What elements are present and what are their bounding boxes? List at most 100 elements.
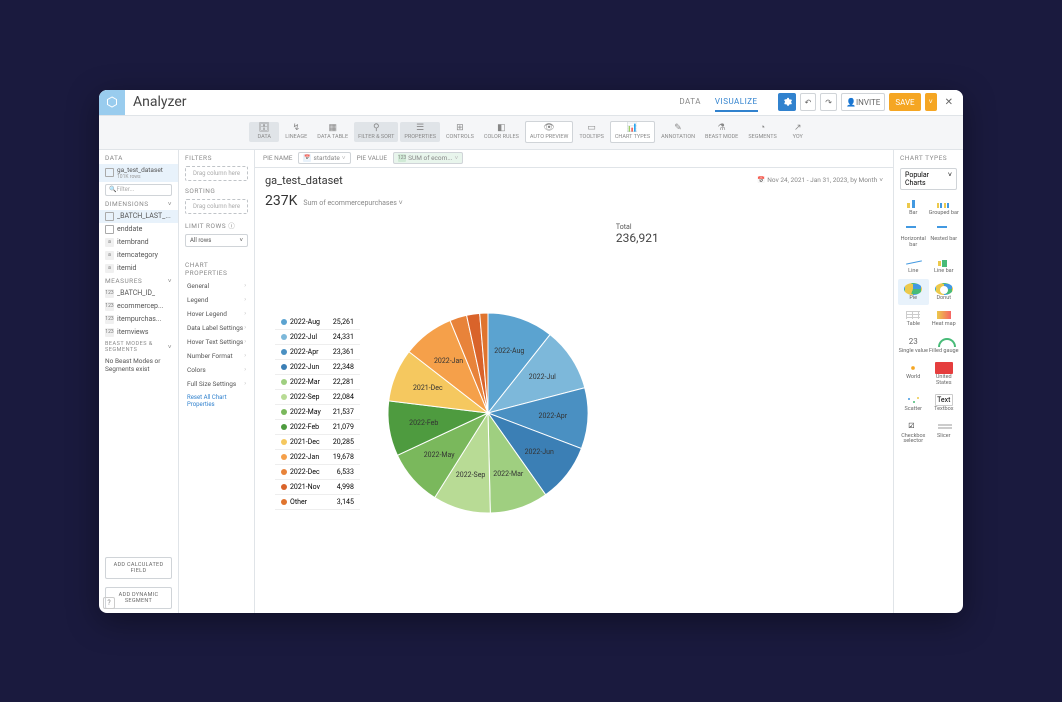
chart-type-horizontal-bar[interactable]: Horizontal bar bbox=[898, 220, 929, 252]
measure-1[interactable]: 123ecommercep... bbox=[99, 300, 178, 313]
legend-row[interactable]: 2022-Apr23,361 bbox=[275, 345, 360, 360]
legend-row[interactable]: 2021-Dec20,285 bbox=[275, 435, 360, 450]
filters-header: FILTERS bbox=[179, 150, 254, 164]
measure-2[interactable]: 123itempurchas... bbox=[99, 313, 178, 326]
tool-annotation[interactable]: ✎ANNOTATION bbox=[657, 122, 699, 142]
sorting-drop-zone[interactable]: Drag column here bbox=[185, 199, 248, 214]
chart-type-line-bar[interactable]: Line bar bbox=[929, 252, 960, 279]
legend-row[interactable]: Other3,145 bbox=[275, 495, 360, 510]
filter-drop-zone[interactable]: Drag column here bbox=[185, 166, 248, 181]
legend-row[interactable]: 2022-May21,537 bbox=[275, 405, 360, 420]
legend-row[interactable]: 2022-Sep22,084 bbox=[275, 390, 360, 405]
save-dropdown-button[interactable]: ˅ bbox=[925, 93, 937, 111]
properties-icon: ☰ bbox=[416, 124, 424, 133]
filter-input[interactable]: 🔍 Filter... bbox=[105, 184, 172, 196]
tool-beast-mode[interactable]: ⚗BEAST MODE bbox=[701, 122, 742, 142]
legend-row[interactable]: 2022-Aug25,261 bbox=[275, 315, 360, 330]
limit-header: LIMIT ROWS ⓘ bbox=[179, 216, 254, 232]
save-button[interactable]: SAVE bbox=[889, 93, 920, 111]
legend-row[interactable]: 2022-Jan19,678 bbox=[275, 450, 360, 465]
tool-data-table[interactable]: ▦DATA TABLE bbox=[313, 122, 352, 142]
pie-slice-label: 2022-Aug bbox=[494, 347, 524, 355]
chart-type-grouped-bar[interactable]: Grouped bar bbox=[929, 194, 960, 221]
dimension-3[interactable]: aitemcategory bbox=[99, 249, 178, 262]
tool-yoy[interactable]: ↗YOY bbox=[783, 122, 813, 142]
tool-data[interactable]: 🗄DATA bbox=[249, 122, 279, 142]
calendar-icon bbox=[105, 225, 114, 234]
chart-type-slicer[interactable]: Slicer bbox=[929, 417, 960, 449]
measure-3[interactable]: 123itemviews bbox=[99, 326, 178, 339]
measures-header[interactable]: MEASURES˅ bbox=[99, 275, 178, 287]
property-6[interactable]: Colors› bbox=[179, 363, 254, 377]
legend-row[interactable]: 2022-Dec6,533 bbox=[275, 465, 360, 480]
undo-button[interactable]: ↶ bbox=[800, 93, 817, 111]
property-1[interactable]: Legend› bbox=[179, 293, 254, 307]
tool-segments[interactable]: ◔SEGMENTS bbox=[744, 122, 780, 142]
filled-gauge-icon bbox=[935, 336, 953, 348]
tool-properties[interactable]: ☰PROPERTIES bbox=[400, 122, 440, 142]
property-5[interactable]: Number Format› bbox=[179, 349, 254, 363]
property-0[interactable]: General› bbox=[179, 279, 254, 293]
chart-type-filled-gauge[interactable]: Filled gauge bbox=[929, 332, 960, 359]
dimension-2[interactable]: aitembrand bbox=[99, 236, 178, 249]
chart-type-table[interactable]: Table bbox=[898, 305, 929, 332]
pie-value-select[interactable]: 123SUM of ecom... ˅ bbox=[393, 152, 463, 164]
chart-type-donut[interactable]: Donut bbox=[929, 279, 960, 306]
measure-0[interactable]: 123_BATCH_ID_ bbox=[99, 287, 178, 300]
chart-type-nested-bar[interactable]: Nested bar bbox=[929, 220, 960, 252]
help-button[interactable]: ? bbox=[103, 597, 115, 609]
tab-data[interactable]: DATA bbox=[679, 93, 701, 112]
chart-properties-header: CHART PROPERTIES bbox=[179, 257, 254, 279]
dimension-0[interactable]: _BATCH_LAST_... bbox=[99, 210, 178, 223]
legend-row[interactable]: 2022-Mar22,281 bbox=[275, 375, 360, 390]
property-2[interactable]: Hover Legend› bbox=[179, 307, 254, 321]
tool-lineage[interactable]: ↯LINEAGE bbox=[281, 122, 311, 142]
property-3[interactable]: Data Label Settings› bbox=[179, 321, 254, 335]
beast-header[interactable]: BEAST MODES & SEGMENTS˅ bbox=[99, 339, 178, 355]
tool-controls[interactable]: ⊞CONTROLS bbox=[442, 122, 478, 142]
legend-row[interactable]: 2022-Jun22,348 bbox=[275, 360, 360, 375]
chart-type-heat-map[interactable]: Heat map bbox=[929, 305, 960, 332]
close-button[interactable]: ✕ bbox=[941, 97, 957, 108]
chart-type-scatter[interactable]: Scatter bbox=[898, 390, 929, 417]
property-4[interactable]: Hover Text Settings› bbox=[179, 335, 254, 349]
dimension-4[interactable]: aitemid bbox=[99, 262, 178, 275]
legend-row[interactable]: 2022-Jul24,331 bbox=[275, 330, 360, 345]
pie-slice-label: 2022-Mar bbox=[493, 470, 523, 478]
table-icon bbox=[904, 309, 922, 321]
tool-tooltips[interactable]: ▭TOOLTIPS bbox=[575, 122, 608, 142]
settings-wrench-button[interactable] bbox=[778, 93, 796, 111]
date-range-selector[interactable]: 📅 Nov 24, 2021 - Jan 31, 2023, by Month … bbox=[757, 176, 883, 184]
tool-chart-types[interactable]: 📊CHART TYPES bbox=[610, 121, 655, 143]
add-segment-button[interactable]: ADD DYNAMIC SEGMENT bbox=[105, 587, 172, 609]
chevron-right-icon: › bbox=[244, 310, 246, 317]
dimensions-header[interactable]: DIMENSIONS˅ bbox=[99, 198, 178, 210]
reset-properties-link[interactable]: Reset All Chart Properties bbox=[179, 391, 254, 411]
legend-row[interactable]: 2021-Nov4,998 bbox=[275, 480, 360, 495]
tool-auto-preview[interactable]: 👁AUTO PREVIEW bbox=[525, 121, 573, 143]
legend-row[interactable]: 2022-Feb21,079 bbox=[275, 420, 360, 435]
invite-button[interactable]: 👤 INVITE bbox=[841, 93, 885, 111]
chart-type-single-value[interactable]: 23Single value bbox=[898, 332, 929, 359]
pie-name-select[interactable]: 📅startdate ˅ bbox=[298, 152, 350, 164]
limit-select[interactable]: All rows˅ bbox=[185, 234, 248, 247]
dimension-1[interactable]: enddate bbox=[99, 223, 178, 236]
tab-visualize[interactable]: VISUALIZE bbox=[715, 93, 758, 112]
donut-icon bbox=[935, 283, 953, 295]
chart-type-bar[interactable]: Bar bbox=[898, 194, 929, 221]
add-calculated-button[interactable]: ADD CALCULATED FIELD bbox=[105, 557, 172, 579]
chart-type-united-states[interactable]: United States bbox=[929, 358, 960, 390]
chart-type-line[interactable]: Line bbox=[898, 252, 929, 279]
redo-button[interactable]: ↷ bbox=[820, 93, 837, 111]
tool-filter-sort[interactable]: ⚲FILTER & SORT bbox=[354, 122, 398, 142]
summary-label: Sum of ecommercepurchases ˅ bbox=[303, 199, 402, 207]
chart-types-panel: CHART TYPES Popular Charts˅ BarGrouped b… bbox=[893, 150, 963, 613]
chart-type-textbox[interactable]: TextTextbox bbox=[929, 390, 960, 417]
chart-type-checkbox-selector[interactable]: Checkbox selector bbox=[898, 417, 929, 449]
chart-type-pie[interactable]: Pie bbox=[898, 279, 929, 306]
tool-color-rules[interactable]: ◧COLOR RULES bbox=[480, 122, 523, 142]
chart-type-world[interactable]: World bbox=[898, 358, 929, 390]
dataset-item[interactable]: ga_test_dataset 101K rows bbox=[99, 164, 178, 182]
property-7[interactable]: Full Size Settings› bbox=[179, 377, 254, 391]
popular-charts-select[interactable]: Popular Charts˅ bbox=[900, 168, 957, 190]
